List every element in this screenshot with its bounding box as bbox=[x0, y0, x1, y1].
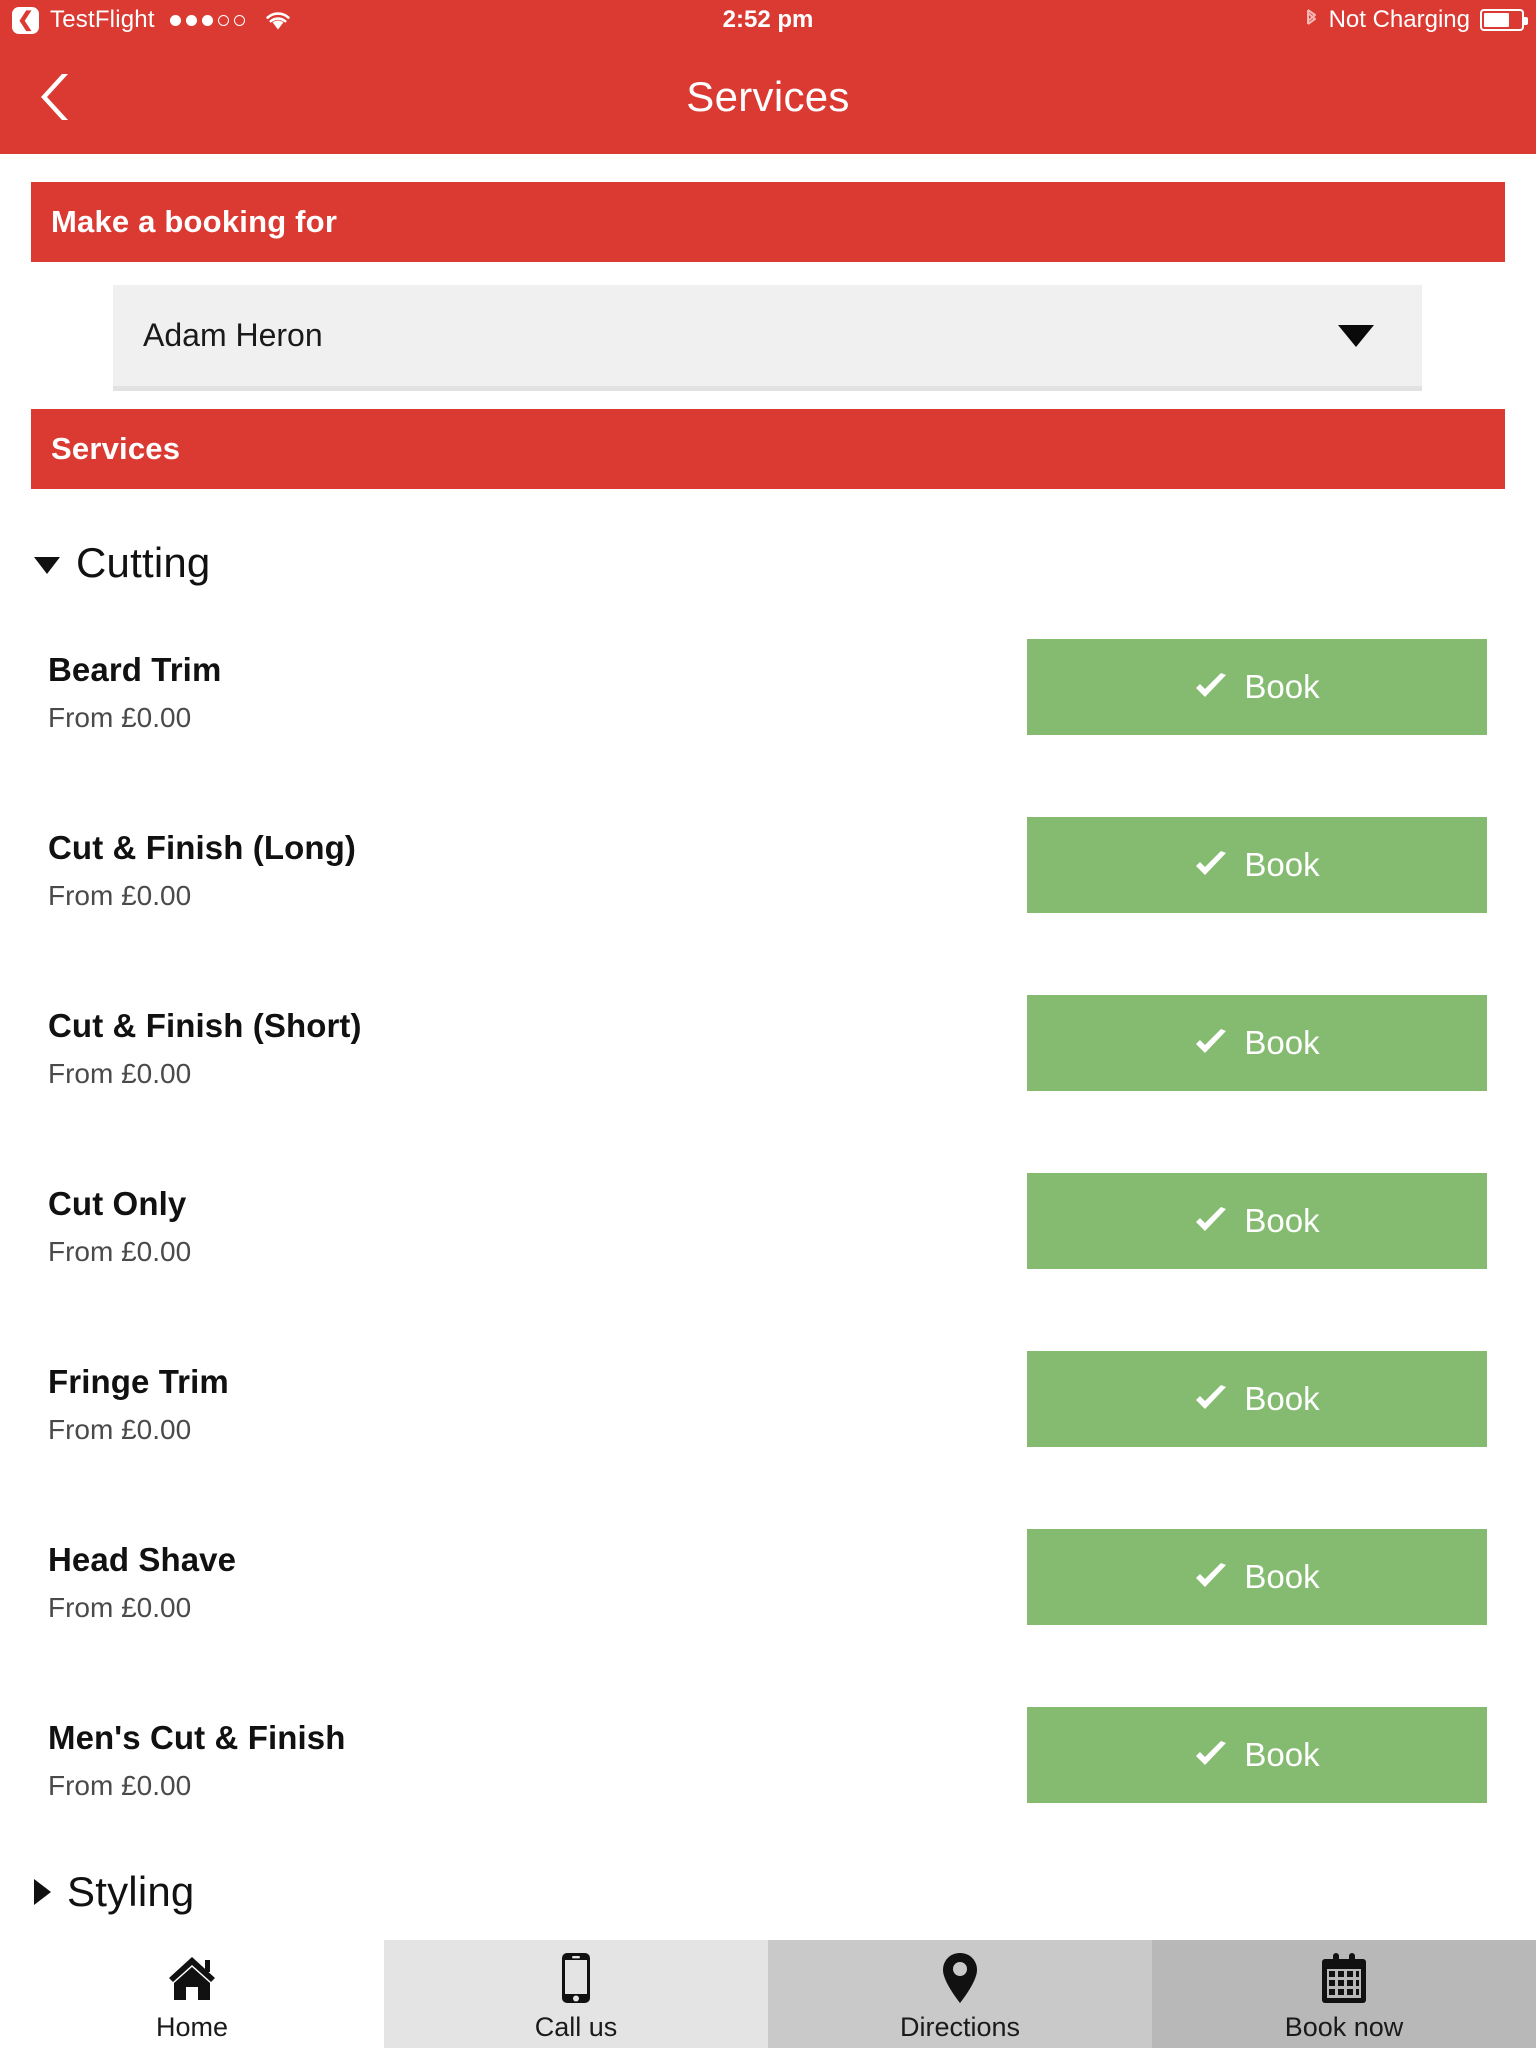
check-icon bbox=[1194, 1029, 1228, 1057]
book-button-label: Book bbox=[1244, 1202, 1320, 1239]
bluetooth-icon bbox=[1303, 4, 1319, 37]
scroll-content[interactable]: Make a booking for Adam Heron Services C… bbox=[0, 154, 1536, 1940]
tab-directions[interactable]: Directions bbox=[768, 1940, 1152, 2048]
service-price: From £0.00 bbox=[48, 1592, 192, 1623]
book-button-label: Book bbox=[1244, 668, 1320, 705]
service-price: From £0.00 bbox=[48, 1236, 192, 1267]
status-bar-left: ❮ TestFlight bbox=[0, 6, 292, 34]
caret-down-icon bbox=[34, 556, 60, 574]
service-name: Fringe Trim bbox=[48, 1363, 229, 1400]
back-button[interactable] bbox=[26, 67, 86, 127]
book-button[interactable]: Book bbox=[1027, 1351, 1487, 1447]
check-icon bbox=[1194, 1741, 1228, 1769]
category-label: Styling bbox=[67, 1868, 195, 1915]
table-row: Cut & Finish (Short) From £0.00 Book bbox=[0, 995, 1536, 1121]
table-row: Cut Only From £0.00 Book bbox=[0, 1173, 1536, 1299]
table-row: Head Shave From £0.00 Book bbox=[0, 1529, 1536, 1655]
book-button[interactable]: Book bbox=[1027, 995, 1487, 1091]
check-icon bbox=[1194, 1385, 1228, 1413]
tab-label: Call us bbox=[534, 2011, 618, 2042]
check-icon bbox=[1194, 851, 1228, 879]
chevron-down-icon bbox=[1338, 324, 1374, 347]
book-button-label: Book bbox=[1244, 1380, 1320, 1417]
book-button-label: Book bbox=[1244, 846, 1320, 883]
page-title: Services bbox=[686, 73, 850, 120]
check-icon bbox=[1194, 1207, 1228, 1235]
table-row: Men's Cut & Finish From £0.00 Book bbox=[0, 1707, 1536, 1833]
service-price: From £0.00 bbox=[48, 880, 192, 911]
status-bar-right: Not Charging bbox=[1303, 4, 1536, 37]
service-name: Beard Trim bbox=[48, 651, 222, 688]
table-row: Cut & Finish (Long) From £0.00 Book bbox=[0, 817, 1536, 943]
tab-call-us[interactable]: Call us bbox=[384, 1940, 768, 2048]
service-price: From £0.00 bbox=[48, 702, 192, 733]
book-button[interactable]: Book bbox=[1027, 1529, 1487, 1625]
phone-icon bbox=[560, 1952, 592, 2004]
book-button-label: Book bbox=[1244, 1024, 1320, 1061]
service-price: From £0.00 bbox=[48, 1414, 192, 1445]
tab-book-now[interactable]: Book now bbox=[1152, 1940, 1536, 2048]
book-button[interactable]: Book bbox=[1027, 639, 1487, 735]
battery-status-label: Not Charging bbox=[1328, 6, 1470, 33]
service-name: Cut & Finish (Short) bbox=[48, 1007, 362, 1044]
category-header-styling[interactable]: Styling bbox=[34, 1868, 194, 1916]
book-button-label: Book bbox=[1244, 1558, 1320, 1595]
battery-icon bbox=[1480, 9, 1528, 31]
service-price: From £0.00 bbox=[48, 1058, 192, 1089]
navigation-bar: Services bbox=[0, 40, 1536, 154]
back-to-app-badge-icon[interactable]: ❮ bbox=[12, 6, 39, 34]
service-name: Cut Only bbox=[48, 1185, 187, 1222]
category-header-cutting[interactable]: Cutting bbox=[34, 539, 210, 587]
category-label: Cutting bbox=[76, 539, 211, 586]
check-icon bbox=[1194, 1563, 1228, 1591]
wifi-icon bbox=[264, 9, 292, 31]
service-name: Cut & Finish (Long) bbox=[48, 829, 356, 866]
tab-label: Directions bbox=[899, 2011, 1021, 2042]
map-pin-icon bbox=[941, 1952, 979, 2004]
booking-person-picker[interactable]: Adam Heron bbox=[113, 285, 1422, 391]
service-price: From £0.00 bbox=[48, 1770, 192, 1801]
tab-label: Home bbox=[155, 2011, 229, 2042]
table-row: Beard Trim From £0.00 Book bbox=[0, 639, 1536, 765]
bottom-tab-bar: Home Call us Directions Book now bbox=[0, 1940, 1536, 2048]
tab-label: Book now bbox=[1284, 2011, 1404, 2042]
calendar-icon bbox=[1320, 1952, 1368, 2004]
book-button[interactable]: Book bbox=[1027, 1707, 1487, 1803]
services-section-banner: Services bbox=[31, 409, 1505, 489]
chevron-left-icon bbox=[41, 74, 68, 120]
carrier-label: TestFlight bbox=[50, 6, 155, 33]
service-name: Men's Cut & Finish bbox=[48, 1719, 346, 1756]
booking-person-value: Adam Heron bbox=[143, 317, 323, 353]
service-name: Head Shave bbox=[48, 1541, 237, 1578]
home-icon bbox=[167, 1952, 217, 2004]
signal-strength-icon bbox=[169, 14, 245, 26]
book-button[interactable]: Book bbox=[1027, 1173, 1487, 1269]
book-button[interactable]: Book bbox=[1027, 817, 1487, 913]
table-row: Fringe Trim From £0.00 Book bbox=[0, 1351, 1536, 1477]
app-root: ❮ TestFlight 2:52 pm Not Charging Servic… bbox=[0, 0, 1536, 2048]
status-bar: ❮ TestFlight 2:52 pm Not Charging bbox=[0, 0, 1536, 40]
caret-right-icon bbox=[34, 1879, 51, 1905]
tab-home[interactable]: Home bbox=[0, 1940, 384, 2048]
check-icon bbox=[1194, 673, 1228, 701]
book-button-label: Book bbox=[1244, 1736, 1320, 1773]
booking-section-banner: Make a booking for bbox=[31, 182, 1505, 262]
